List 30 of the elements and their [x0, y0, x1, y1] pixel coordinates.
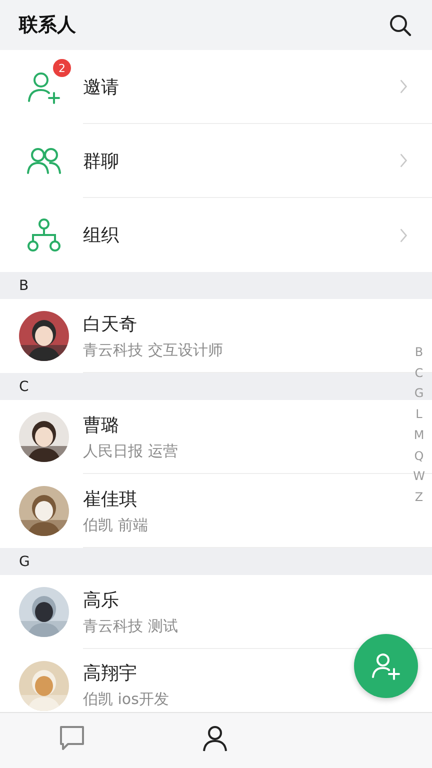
section-header: B: [0, 272, 432, 299]
contact-name: 高翔宇: [83, 662, 137, 685]
contact-name: 崔佳琪: [83, 488, 137, 510]
search-icon[interactable]: [388, 13, 412, 37]
add-person-icon: [371, 651, 401, 681]
menu-label: 邀请: [83, 76, 119, 98]
menu-item[interactable]: 2 邀请: [0, 50, 432, 124]
contact-name: 高乐: [83, 588, 119, 612]
contact-subtitle: 伯凯 前端: [83, 516, 148, 534]
page-title: 联系人: [19, 13, 76, 38]
hierarchy-icon: [26, 217, 62, 253]
contact-subtitle: 青云科技 测试: [83, 616, 178, 636]
chevron-icon: [399, 153, 408, 168]
person-icon: [202, 724, 230, 752]
contact-subtitle: 伯凯 ios开发: [83, 690, 169, 709]
menu-label: 群聊: [83, 150, 119, 172]
chat-icon: [58, 724, 86, 752]
section-header: G: [0, 548, 432, 575]
chevron-icon: [399, 79, 408, 94]
contact-subtitle: 青云科技 交互设计师: [83, 340, 223, 360]
add-contact-button[interactable]: [354, 634, 418, 698]
contact-subtitle: 人民日报 运营: [83, 442, 178, 460]
contact-name: 曹璐: [83, 414, 119, 436]
contact-item[interactable]: 高翔宇 伯凯 ios开发: [0, 649, 432, 712]
contact-name: 白天奇: [83, 312, 137, 336]
menu-item[interactable]: 组织: [0, 198, 432, 272]
notification-badge: 2: [53, 59, 71, 77]
menu-label: 组织: [83, 224, 119, 247]
chevron-icon: [399, 228, 408, 242]
menu-item[interactable]: 群聊: [0, 124, 432, 198]
